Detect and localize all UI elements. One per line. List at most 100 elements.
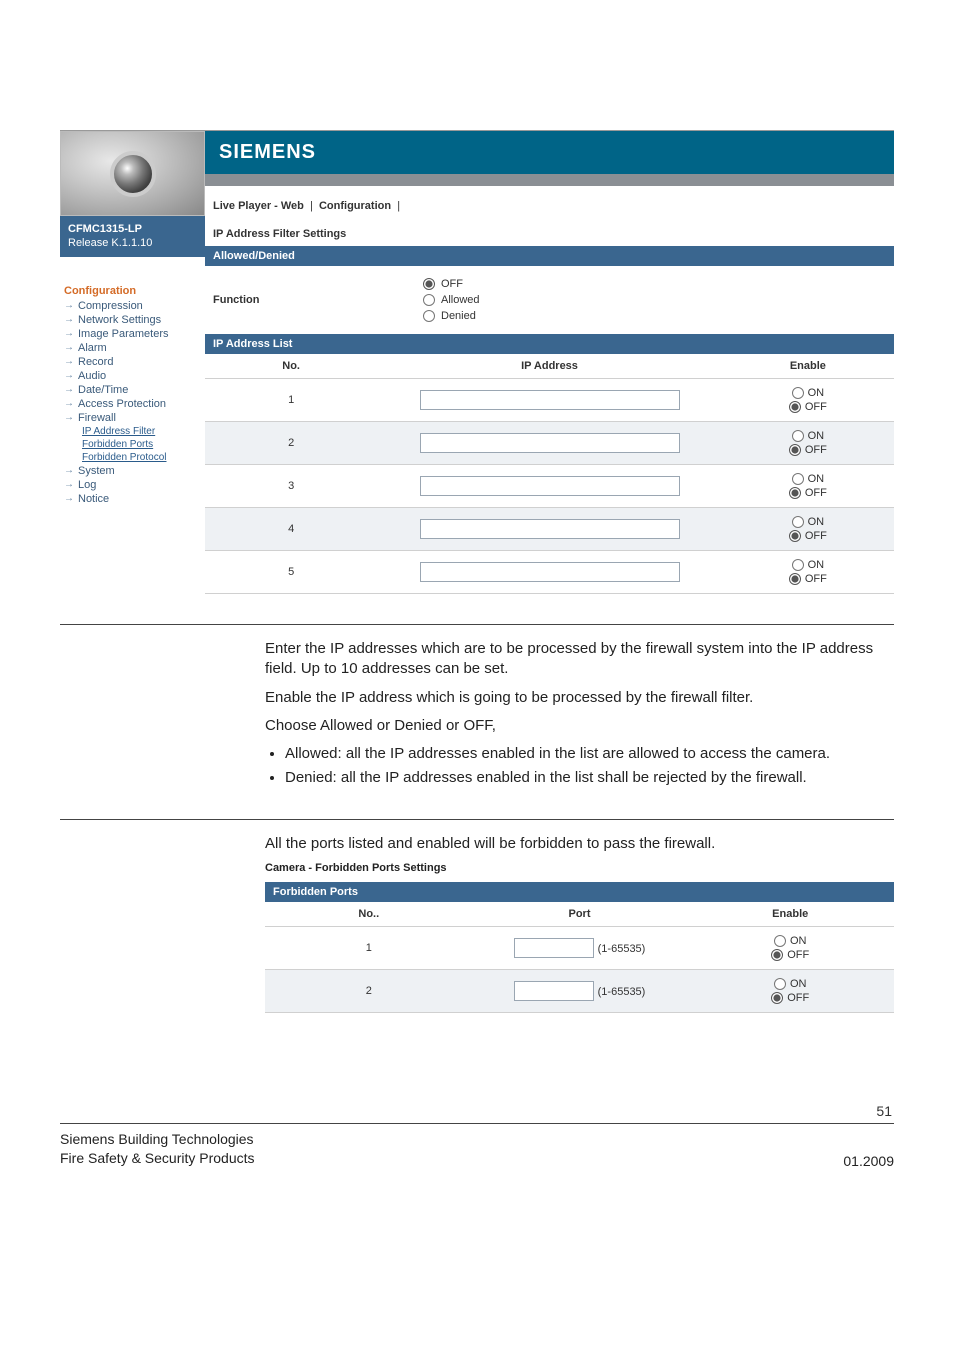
ip-address-input[interactable]	[420, 476, 680, 496]
nav-firewall[interactable]: →Firewall	[64, 411, 201, 425]
nav-firewall-sub: IP Address Filter Forbidden Ports Forbid…	[64, 425, 201, 464]
cell-ip	[377, 465, 722, 508]
radio-denied-input[interactable]	[423, 310, 435, 322]
cell-ip	[377, 508, 722, 551]
breadcrumb-configuration[interactable]: Configuration	[319, 200, 391, 212]
table-row: 1 ON OFF	[205, 379, 894, 422]
enable-on-radio[interactable]	[774, 935, 786, 947]
arrow-icon: →	[64, 342, 74, 353]
enable-on[interactable]: ON	[774, 935, 807, 947]
enable-off-radio[interactable]	[789, 444, 801, 456]
col-enable: Enable	[722, 354, 894, 379]
doc-text-block: All the ports listed and enabled will be…	[265, 834, 894, 854]
port-input[interactable]	[514, 981, 594, 1001]
port-input[interactable]	[514, 938, 594, 958]
enable-on[interactable]: ON	[792, 473, 825, 485]
arrow-icon: →	[64, 398, 74, 409]
nav-date-time[interactable]: →Date/Time	[64, 383, 201, 397]
nav-forbidden-protocol[interactable]: Forbidden Protocol	[82, 451, 201, 464]
enable-on-radio[interactable]	[792, 387, 804, 399]
nav-log[interactable]: →Log	[64, 478, 201, 492]
ports-caption: Camera - Forbidden Ports Settings	[265, 862, 894, 874]
panel-allowed-denied: Allowed/Denied	[205, 246, 894, 266]
table-row: 2 ON OFF	[205, 422, 894, 465]
nav-audio[interactable]: →Audio	[64, 369, 201, 383]
arrow-icon: →	[64, 493, 74, 504]
ip-address-input[interactable]	[420, 562, 680, 582]
cell-no: 3	[205, 465, 377, 508]
arrow-icon: →	[64, 356, 74, 367]
nav-alarm[interactable]: →Alarm	[64, 341, 201, 355]
cell-no: 2	[205, 422, 377, 465]
cell-enable: ON OFF	[722, 508, 894, 551]
nav-access-protection[interactable]: →Access Protection	[64, 397, 201, 411]
divider	[60, 819, 894, 820]
nav-compression[interactable]: →Compression	[64, 299, 201, 313]
table-row: 2(1-65535) ON OFF	[265, 969, 894, 1012]
footer-line-2: Fire Safety & Security Products	[60, 1149, 255, 1169]
enable-on[interactable]: ON	[792, 516, 825, 528]
enable-off-radio[interactable]	[771, 992, 783, 1004]
enable-off[interactable]: OFF	[789, 573, 827, 585]
radio-off-input[interactable]	[423, 278, 435, 290]
brand-bar: SIEMENS	[205, 131, 894, 174]
enable-on[interactable]: ON	[774, 978, 807, 990]
sidebar-nav: Configuration →Compression →Network Sett…	[60, 257, 205, 516]
enable-off-radio[interactable]	[789, 401, 801, 413]
nav-forbidden-ports[interactable]: Forbidden Ports	[82, 438, 201, 451]
enable-off[interactable]: OFF	[789, 401, 827, 413]
enable-on-radio[interactable]	[792, 516, 804, 528]
cell-enable: ON OFF	[722, 422, 894, 465]
footer-date: 01.2009	[843, 1153, 894, 1169]
enable-off-radio[interactable]	[771, 949, 783, 961]
footer-line-1: Siemens Building Technologies	[60, 1130, 255, 1150]
enable-off[interactable]: OFF	[771, 992, 809, 1004]
enable-on[interactable]: ON	[792, 430, 825, 442]
enable-on-radio[interactable]	[792, 473, 804, 485]
nav-system[interactable]: →System	[64, 464, 201, 478]
camera-thumbnail	[60, 131, 205, 216]
sidebar-product-block: CFMC1315-LP Release K.1.1.10	[60, 216, 205, 257]
radio-allowed[interactable]: Allowed	[423, 294, 480, 306]
enable-on[interactable]: ON	[792, 559, 825, 571]
enable-off-radio[interactable]	[789, 487, 801, 499]
enable-off-radio[interactable]	[789, 530, 801, 542]
ports-frame: Camera - Forbidden Ports Settings Forbid…	[265, 862, 894, 1013]
enable-off[interactable]: OFF	[789, 444, 827, 456]
enable-on[interactable]: ON	[792, 387, 825, 399]
breadcrumb-live-player[interactable]: Live Player - Web	[213, 200, 304, 212]
arrow-icon: →	[64, 314, 74, 325]
nav-ip-address-filter[interactable]: IP Address Filter	[82, 425, 201, 438]
col-enable: Enable	[686, 902, 894, 927]
sidebar: CFMC1315-LP Release K.1.1.10 Configurati…	[60, 131, 205, 594]
enable-off[interactable]: OFF	[771, 949, 809, 961]
enable-off[interactable]: OFF	[789, 487, 827, 499]
table-row: 3 ON OFF	[205, 465, 894, 508]
doc-text-block: Enter the IP addresses which are to be p…	[265, 639, 894, 789]
ip-address-input[interactable]	[420, 519, 680, 539]
sub-bar	[205, 174, 894, 186]
section-title: IP Address Filter Settings	[205, 226, 894, 246]
radio-allowed-input[interactable]	[423, 294, 435, 306]
enable-on-radio[interactable]	[792, 430, 804, 442]
enable-on-radio[interactable]	[792, 559, 804, 571]
enable-on-radio[interactable]	[774, 978, 786, 990]
nav-record[interactable]: →Record	[64, 355, 201, 369]
enable-off-radio[interactable]	[789, 573, 801, 585]
doc-paragraph: Choose Allowed or Denied or OFF,	[265, 716, 894, 736]
radio-off[interactable]: OFF	[423, 278, 480, 290]
doc-paragraph: Enter the IP addresses which are to be p…	[265, 639, 894, 680]
cell-no: 2	[265, 969, 473, 1012]
cell-ip	[377, 422, 722, 465]
nav-notice[interactable]: →Notice	[64, 492, 201, 506]
ip-address-input[interactable]	[420, 390, 680, 410]
radio-denied[interactable]: Denied	[423, 310, 480, 322]
nav-image-parameters[interactable]: →Image Parameters	[64, 327, 201, 341]
function-label: Function	[213, 294, 423, 306]
arrow-icon: →	[64, 328, 74, 339]
ip-address-input[interactable]	[420, 433, 680, 453]
page-footer: Siemens Building Technologies Fire Safet…	[60, 1130, 894, 1169]
enable-off[interactable]: OFF	[789, 530, 827, 542]
col-ip: IP Address	[377, 354, 722, 379]
nav-network-settings[interactable]: →Network Settings	[64, 313, 201, 327]
